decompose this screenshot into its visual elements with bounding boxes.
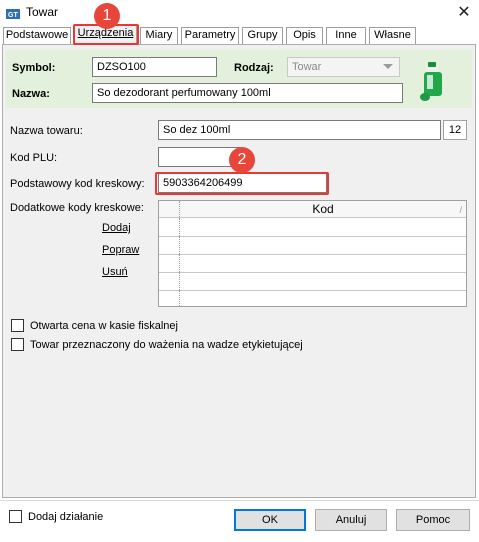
- rodzaj-value: Towar: [292, 61, 322, 73]
- row-selector: [159, 236, 180, 254]
- tab-label: Podstawowe: [5, 29, 69, 41]
- add-action-checkbox[interactable]: [9, 510, 22, 523]
- edit-code-link[interactable]: Popraw: [102, 244, 139, 256]
- row-selector: [159, 254, 180, 272]
- weighing-checkbox[interactable]: [11, 338, 24, 351]
- title-bar: [0, 0, 479, 26]
- row-selector: [159, 290, 180, 306]
- kod-plu-input[interactable]: [158, 147, 240, 167]
- tab-label: Opis: [293, 29, 316, 41]
- tab-label: Grupy: [247, 29, 278, 41]
- table-row[interactable]: [159, 236, 466, 255]
- row-selector: [159, 218, 180, 236]
- barcode-highlight: [155, 172, 329, 195]
- ok-button[interactable]: OK: [234, 509, 306, 531]
- char-counter: 12: [443, 120, 467, 140]
- nazwa-label: Nazwa:: [12, 88, 50, 100]
- tab-grupy[interactable]: Grupy: [242, 27, 283, 44]
- kod-plu-label: Kod PLU:: [10, 152, 58, 164]
- cancel-button[interactable]: Anuluj: [315, 509, 387, 531]
- grid-header: Kod /: [159, 201, 466, 218]
- add-code-link[interactable]: Dodaj: [102, 222, 131, 234]
- symbol-input[interactable]: DZSO100: [92, 57, 217, 77]
- tab-label: Miary: [145, 29, 173, 41]
- symbol-label: Symbol:: [12, 62, 56, 74]
- sort-icon: /: [459, 205, 462, 215]
- barcodes-grid[interactable]: Kod /: [158, 200, 467, 307]
- tab-inne[interactable]: Inne: [326, 27, 366, 44]
- extra-codes-label: Dodatkowe kody kreskowe:: [10, 202, 144, 214]
- table-row[interactable]: [159, 254, 466, 273]
- product-image: [420, 62, 442, 101]
- close-icon[interactable]: ✕: [452, 2, 476, 24]
- tab-label: Inne: [335, 29, 357, 41]
- tab-podstawowe[interactable]: Podstawowe: [3, 27, 71, 44]
- nazwa-input[interactable]: So dezodorant perfumowany 100ml: [92, 83, 403, 103]
- add-action-label: Dodaj działanie: [28, 511, 104, 523]
- table-row[interactable]: [159, 272, 466, 291]
- tab-wlasne[interactable]: Własne: [369, 27, 416, 44]
- annotation-badge-2: 2: [229, 147, 255, 173]
- tab-label: Parametry: [184, 29, 236, 41]
- weighing-label: Towar przeznaczony do ważenia na wadze e…: [30, 339, 303, 351]
- tab-parametry[interactable]: Parametry: [181, 27, 239, 44]
- table-row[interactable]: [159, 290, 466, 306]
- rodzaj-select[interactable]: Towar: [287, 57, 400, 77]
- tab-miary[interactable]: Miary: [140, 27, 178, 44]
- annotation-badge-1: 1: [94, 3, 120, 29]
- column-label: Kod: [312, 202, 334, 216]
- nazwa-towaru-input[interactable]: So dez 100ml: [158, 120, 441, 140]
- row-selector: [159, 272, 180, 290]
- app-icon: GT: [6, 9, 20, 19]
- rodzaj-label: Rodzaj:: [234, 62, 274, 74]
- barcode-label: Podstawowy kod kreskowy:: [10, 178, 145, 190]
- svg-text:GT: GT: [8, 12, 18, 19]
- open-price-checkbox[interactable]: [11, 319, 24, 332]
- table-row[interactable]: [159, 218, 466, 237]
- grid-selector-header: [159, 201, 180, 217]
- delete-code-link[interactable]: Usuń: [102, 266, 128, 278]
- tab-opis[interactable]: Opis: [286, 27, 323, 44]
- nazwa-towaru-label: Nazwa towaru:: [10, 125, 83, 137]
- open-price-label: Otwarta cena w kasie fiskalnej: [30, 320, 178, 332]
- window-title: Towar: [26, 5, 59, 19]
- help-button[interactable]: Pomoc: [396, 509, 470, 531]
- chevron-down-icon: [383, 64, 393, 69]
- grid-column-kod[interactable]: Kod /: [180, 201, 466, 217]
- tab-label: Własne: [374, 29, 411, 41]
- footer-separator: [0, 500, 479, 501]
